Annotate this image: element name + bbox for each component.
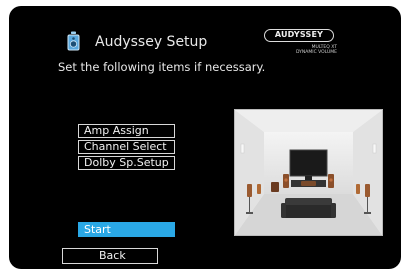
page-title: Audyssey Setup	[95, 34, 208, 50]
start-button[interactable]: Start	[78, 222, 175, 237]
back-button[interactable]: Back	[62, 248, 158, 264]
setup-screen: Audyssey Setup AUDYSSEY MULTEQ XT DYNAMI…	[9, 6, 401, 269]
menu-item-dolby-sp-setup[interactable]: Dolby Sp.Setup	[78, 156, 175, 170]
logo-line-2: DYNAMIC VOLUME	[295, 50, 337, 55]
room-speaker-layout	[235, 110, 382, 235]
instruction-text: Set the following items if necessary.	[58, 60, 266, 74]
options-menu: Amp Assign Channel Select Dolby Sp.Setup	[78, 124, 175, 172]
speaker-icon	[67, 31, 80, 51]
audyssey-logo: AUDYSSEY MULTEQ XT DYNAMIC VOLUME	[255, 29, 351, 57]
menu-item-amp-assign[interactable]: Amp Assign	[78, 124, 175, 138]
room-illustration	[234, 109, 383, 236]
logo-brand: AUDYSSEY	[264, 29, 334, 42]
menu-item-channel-select[interactable]: Channel Select	[78, 140, 175, 154]
